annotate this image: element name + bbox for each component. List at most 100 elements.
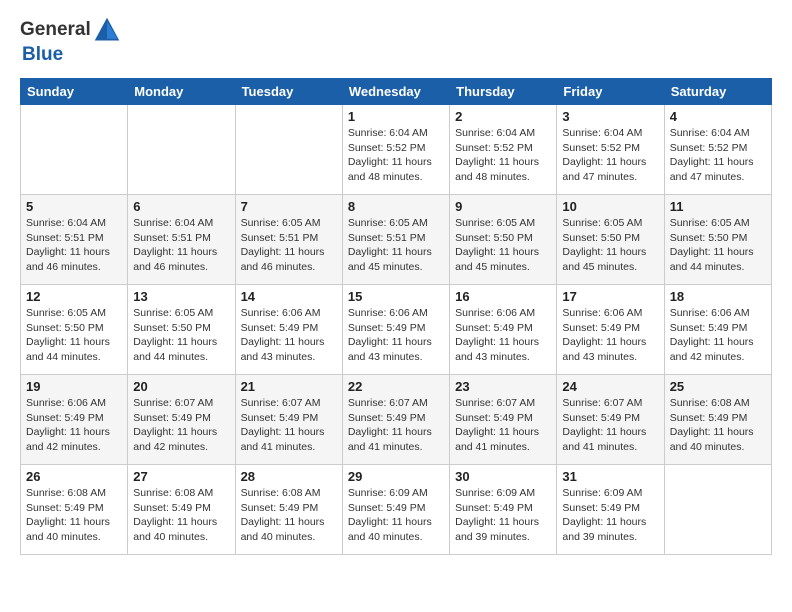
day-info: Sunrise: 6:06 AM Sunset: 5:49 PM Dayligh… bbox=[241, 306, 337, 365]
day-number: 26 bbox=[26, 469, 122, 484]
day-number: 5 bbox=[26, 199, 122, 214]
day-info: Sunrise: 6:06 AM Sunset: 5:49 PM Dayligh… bbox=[26, 396, 122, 455]
day-info: Sunrise: 6:06 AM Sunset: 5:49 PM Dayligh… bbox=[562, 306, 658, 365]
day-number: 7 bbox=[241, 199, 337, 214]
day-info: Sunrise: 6:05 AM Sunset: 5:50 PM Dayligh… bbox=[455, 216, 551, 275]
week-row-4: 26 Sunrise: 6:08 AM Sunset: 5:49 PM Dayli… bbox=[21, 465, 772, 555]
day-info: Sunrise: 6:09 AM Sunset: 5:49 PM Dayligh… bbox=[348, 486, 444, 545]
day-number: 18 bbox=[670, 289, 766, 304]
day-number: 13 bbox=[133, 289, 229, 304]
day-info: Sunrise: 6:07 AM Sunset: 5:49 PM Dayligh… bbox=[455, 396, 551, 455]
day-info: Sunrise: 6:06 AM Sunset: 5:49 PM Dayligh… bbox=[670, 306, 766, 365]
day-cell: 10 Sunrise: 6:05 AM Sunset: 5:50 PM Dayli… bbox=[557, 195, 664, 285]
day-cell: 31 Sunrise: 6:09 AM Sunset: 5:49 PM Dayli… bbox=[557, 465, 664, 555]
week-row-3: 19 Sunrise: 6:06 AM Sunset: 5:49 PM Dayli… bbox=[21, 375, 772, 465]
day-cell: 13 Sunrise: 6:05 AM Sunset: 5:50 PM Dayli… bbox=[128, 285, 235, 375]
day-cell: 3Sunrise: 6:04 AM Sunset: 5:52 PM Daylig… bbox=[557, 105, 664, 195]
day-info: Sunrise: 6:05 AM Sunset: 5:50 PM Dayligh… bbox=[26, 306, 122, 365]
day-cell: 5 Sunrise: 6:04 AM Sunset: 5:51 PM Daylig… bbox=[21, 195, 128, 285]
day-number: 12 bbox=[26, 289, 122, 304]
day-cell: 27Sunrise: 6:08 AM Sunset: 5:49 PM Dayli… bbox=[128, 465, 235, 555]
day-cell: 19 Sunrise: 6:06 AM Sunset: 5:49 PM Dayli… bbox=[21, 375, 128, 465]
weekday-thursday: Thursday bbox=[450, 79, 557, 105]
weekday-wednesday: Wednesday bbox=[342, 79, 449, 105]
day-cell: 4 Sunrise: 6:04 AM Sunset: 5:52 PM Daylig… bbox=[664, 105, 771, 195]
day-cell bbox=[21, 105, 128, 195]
page: General Blue SundayMondayTuesdayWednesda… bbox=[0, 0, 792, 571]
week-row-2: 12 Sunrise: 6:05 AM Sunset: 5:50 PM Dayli… bbox=[21, 285, 772, 375]
day-cell: 12 Sunrise: 6:05 AM Sunset: 5:50 PM Dayli… bbox=[21, 285, 128, 375]
day-info: Sunrise: 6:04 AM Sunset: 5:52 PM Dayligh… bbox=[455, 126, 551, 185]
day-number: 24 bbox=[562, 379, 658, 394]
day-cell: 16Sunrise: 6:06 AM Sunset: 5:49 PM Dayli… bbox=[450, 285, 557, 375]
day-number: 25 bbox=[670, 379, 766, 394]
day-info: Sunrise: 6:04 AM Sunset: 5:52 PM Dayligh… bbox=[670, 126, 766, 185]
day-cell: 29 Sunrise: 6:09 AM Sunset: 5:49 PM Dayli… bbox=[342, 465, 449, 555]
day-cell: 17 Sunrise: 6:06 AM Sunset: 5:49 PM Dayli… bbox=[557, 285, 664, 375]
day-cell: 15Sunrise: 6:06 AM Sunset: 5:49 PM Dayli… bbox=[342, 285, 449, 375]
day-cell bbox=[128, 105, 235, 195]
day-info: Sunrise: 6:05 AM Sunset: 5:50 PM Dayligh… bbox=[562, 216, 658, 275]
day-info: Sunrise: 6:04 AM Sunset: 5:52 PM Dayligh… bbox=[348, 126, 444, 185]
day-number: 28 bbox=[241, 469, 337, 484]
day-info: Sunrise: 6:08 AM Sunset: 5:49 PM Dayligh… bbox=[670, 396, 766, 455]
day-cell: 23Sunrise: 6:07 AM Sunset: 5:49 PM Dayli… bbox=[450, 375, 557, 465]
day-number: 8 bbox=[348, 199, 444, 214]
day-cell: 7 Sunrise: 6:05 AM Sunset: 5:51 PM Daylig… bbox=[235, 195, 342, 285]
day-info: Sunrise: 6:08 AM Sunset: 5:49 PM Dayligh… bbox=[241, 486, 337, 545]
day-info: Sunrise: 6:05 AM Sunset: 5:51 PM Dayligh… bbox=[241, 216, 337, 275]
day-number: 3 bbox=[562, 109, 658, 124]
day-number: 19 bbox=[26, 379, 122, 394]
day-cell: 1 Sunrise: 6:04 AM Sunset: 5:52 PM Daylig… bbox=[342, 105, 449, 195]
logo: General Blue bbox=[20, 16, 121, 66]
day-info: Sunrise: 6:07 AM Sunset: 5:49 PM Dayligh… bbox=[348, 396, 444, 455]
calendar-table: SundayMondayTuesdayWednesdayThursdayFrid… bbox=[20, 78, 772, 555]
week-row-1: 5 Sunrise: 6:04 AM Sunset: 5:51 PM Daylig… bbox=[21, 195, 772, 285]
day-cell: 11 Sunrise: 6:05 AM Sunset: 5:50 PM Dayli… bbox=[664, 195, 771, 285]
day-info: Sunrise: 6:08 AM Sunset: 5:49 PM Dayligh… bbox=[26, 486, 122, 545]
weekday-sunday: Sunday bbox=[21, 79, 128, 105]
week-row-0: 1 Sunrise: 6:04 AM Sunset: 5:52 PM Daylig… bbox=[21, 105, 772, 195]
day-cell: 9 Sunrise: 6:05 AM Sunset: 5:50 PM Daylig… bbox=[450, 195, 557, 285]
weekday-friday: Friday bbox=[557, 79, 664, 105]
day-info: Sunrise: 6:04 AM Sunset: 5:51 PM Dayligh… bbox=[133, 216, 229, 275]
day-info: Sunrise: 6:09 AM Sunset: 5:49 PM Dayligh… bbox=[455, 486, 551, 545]
day-info: Sunrise: 6:05 AM Sunset: 5:50 PM Dayligh… bbox=[133, 306, 229, 365]
logo-blue: Blue bbox=[22, 44, 63, 65]
day-info: Sunrise: 6:04 AM Sunset: 5:51 PM Dayligh… bbox=[26, 216, 122, 275]
logo-general: General bbox=[20, 19, 91, 41]
day-info: Sunrise: 6:05 AM Sunset: 5:50 PM Dayligh… bbox=[670, 216, 766, 275]
day-number: 14 bbox=[241, 289, 337, 304]
day-cell: 2Sunrise: 6:04 AM Sunset: 5:52 PM Daylig… bbox=[450, 105, 557, 195]
logo-icon bbox=[93, 16, 121, 44]
day-number: 20 bbox=[133, 379, 229, 394]
day-cell: 24Sunrise: 6:07 AM Sunset: 5:49 PM Dayli… bbox=[557, 375, 664, 465]
day-info: Sunrise: 6:08 AM Sunset: 5:49 PM Dayligh… bbox=[133, 486, 229, 545]
day-info: Sunrise: 6:09 AM Sunset: 5:49 PM Dayligh… bbox=[562, 486, 658, 545]
day-number: 4 bbox=[670, 109, 766, 124]
day-info: Sunrise: 6:06 AM Sunset: 5:49 PM Dayligh… bbox=[348, 306, 444, 365]
day-number: 10 bbox=[562, 199, 658, 214]
day-number: 29 bbox=[348, 469, 444, 484]
day-info: Sunrise: 6:05 AM Sunset: 5:51 PM Dayligh… bbox=[348, 216, 444, 275]
day-cell: 22 Sunrise: 6:07 AM Sunset: 5:49 PM Dayli… bbox=[342, 375, 449, 465]
day-number: 17 bbox=[562, 289, 658, 304]
day-cell: 6Sunrise: 6:04 AM Sunset: 5:51 PM Daylig… bbox=[128, 195, 235, 285]
weekday-monday: Monday bbox=[128, 79, 235, 105]
day-number: 11 bbox=[670, 199, 766, 214]
day-number: 1 bbox=[348, 109, 444, 124]
weekday-saturday: Saturday bbox=[664, 79, 771, 105]
day-cell: 14 Sunrise: 6:06 AM Sunset: 5:49 PM Dayli… bbox=[235, 285, 342, 375]
weekday-tuesday: Tuesday bbox=[235, 79, 342, 105]
day-number: 22 bbox=[348, 379, 444, 394]
day-number: 31 bbox=[562, 469, 658, 484]
day-cell bbox=[664, 465, 771, 555]
day-number: 9 bbox=[455, 199, 551, 214]
day-cell: 21Sunrise: 6:07 AM Sunset: 5:49 PM Dayli… bbox=[235, 375, 342, 465]
day-cell: 26 Sunrise: 6:08 AM Sunset: 5:49 PM Dayli… bbox=[21, 465, 128, 555]
day-number: 21 bbox=[241, 379, 337, 394]
day-cell: 18 Sunrise: 6:06 AM Sunset: 5:49 PM Dayli… bbox=[664, 285, 771, 375]
day-cell: 30Sunrise: 6:09 AM Sunset: 5:49 PM Dayli… bbox=[450, 465, 557, 555]
day-cell: 8 Sunrise: 6:05 AM Sunset: 5:51 PM Daylig… bbox=[342, 195, 449, 285]
day-info: Sunrise: 6:06 AM Sunset: 5:49 PM Dayligh… bbox=[455, 306, 551, 365]
